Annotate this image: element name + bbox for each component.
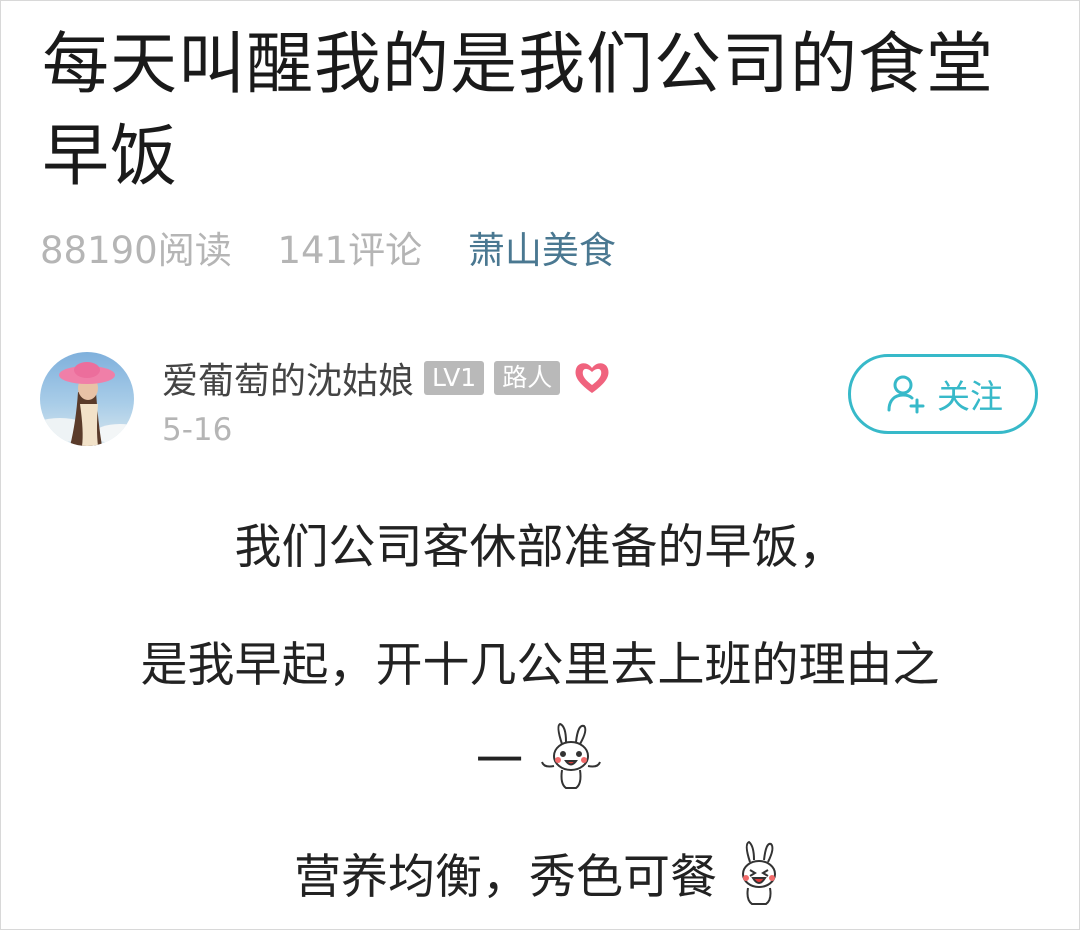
level-badge: LV1	[424, 361, 485, 395]
author-row: 爱葡萄的沈姑娘 LV1 路人	[162, 352, 612, 404]
follow-label: 关注	[937, 377, 1003, 416]
content-line-text: 营养均衡，秀色可餐	[294, 850, 718, 905]
content-line-text: 一	[476, 734, 524, 789]
add-user-icon	[883, 372, 927, 416]
content-line-with-sticker: 一	[0, 722, 1080, 807]
heart-icon	[572, 358, 612, 398]
content-line-with-sticker: 营养均衡，秀色可餐	[0, 840, 1080, 921]
role-badge: 路人	[494, 361, 561, 395]
content-line: 是我早起，开十几公里去上班的理由之	[140, 638, 940, 693]
rabbit-sticker	[538, 722, 604, 807]
comment-count[interactable]: 141评论	[277, 229, 422, 272]
topic-link[interactable]: 萧山美食	[468, 229, 616, 272]
post-meta: 88190阅读 141评论 萧山美食	[40, 226, 616, 276]
post-date: 5-16	[162, 412, 233, 448]
follow-button[interactable]: 关注	[848, 354, 1038, 434]
avatar-image	[40, 362, 134, 446]
read-count: 88190阅读	[40, 229, 232, 272]
author-name[interactable]: 爱葡萄的沈姑娘	[162, 352, 414, 404]
content-line: 我们公司客休部准备的早饭，	[234, 520, 846, 575]
avatar[interactable]	[40, 352, 134, 446]
rabbit-sticker	[732, 840, 786, 921]
post-title: 每天叫醒我的是我们公司的食堂早饭	[42, 25, 994, 195]
